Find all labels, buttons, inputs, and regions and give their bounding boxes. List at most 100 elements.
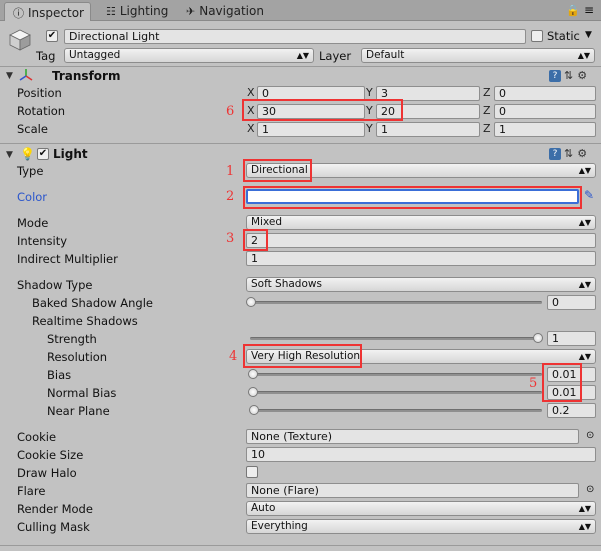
shadow-type-label: Shadow Type (17, 278, 93, 292)
light-title: Light (53, 147, 88, 161)
dropdown-arrow-icon: ▲▼ (577, 51, 590, 60)
annotation-box-1 (243, 159, 312, 182)
light-enabled-checkbox[interactable]: ✔ (37, 148, 49, 160)
intensity-label: Intensity (17, 234, 68, 248)
annotation-number-3: 3 (226, 231, 235, 246)
tab-inspector[interactable]: ⓘ Inspector (4, 2, 91, 21)
gear-icon[interactable]: ⚙ (577, 69, 587, 82)
axis-y-label: Y (366, 122, 373, 135)
culling-mask-dropdown[interactable]: Everything ▲▼ (246, 519, 596, 534)
dropdown-arrow-icon: ▲▼ (296, 51, 309, 60)
scale-z-field[interactable]: 1 (494, 122, 596, 137)
preset-icon[interactable]: ⇅ (564, 69, 573, 82)
mode-label: Mode (17, 216, 49, 230)
annotation-number-6: 6 (226, 104, 235, 119)
near-plane-slider-thumb[interactable] (249, 405, 259, 415)
resolution-label: Resolution (47, 350, 108, 364)
annotation-box-3 (243, 229, 268, 251)
static-checkbox[interactable] (531, 30, 543, 42)
annotation-number-5: 5 (529, 376, 538, 391)
near-plane-slider-track[interactable] (252, 409, 542, 412)
tag-dropdown[interactable]: Untagged ▲▼ (64, 48, 314, 63)
shadow-type-dropdown[interactable]: Soft Shadows ▲▼ (246, 277, 596, 292)
tab-navigation[interactable]: ✈ Navigation (178, 2, 270, 21)
render-mode-label: Render Mode (17, 502, 93, 516)
dropdown-arrow-icon: ▲▼ (578, 218, 591, 227)
culling-mask-label: Culling Mask (17, 520, 90, 534)
cookie-field[interactable]: None (Texture) (246, 429, 579, 444)
near-plane-field[interactable]: 0.2 (547, 403, 596, 418)
intensity-field[interactable]: 2 (246, 233, 596, 248)
annotation-box-4 (243, 344, 362, 368)
baked-shadow-angle-slider-track[interactable] (250, 301, 542, 304)
static-label: Static (547, 29, 580, 43)
indirect-multiplier-label: Indirect Multiplier (17, 252, 118, 266)
annotation-box-6 (242, 99, 403, 121)
axis-x-label: X (247, 122, 255, 135)
axis-y-label: Y (366, 86, 373, 99)
strength-slider-thumb[interactable] (533, 333, 543, 343)
cookie-label: Cookie (17, 430, 57, 444)
axis-x-label: X (247, 86, 255, 99)
bias-slider-track[interactable] (252, 373, 542, 376)
menu-icon[interactable]: ≡ (584, 3, 594, 17)
lighting-icon: ☷ (106, 5, 116, 18)
baked-shadow-angle-label: Baked Shadow Angle (32, 296, 153, 310)
rotation-z-field[interactable]: 0 (494, 104, 596, 119)
render-mode-dropdown[interactable]: Auto ▲▼ (246, 501, 596, 516)
light-header-icons: ? ⇅ ⚙ (549, 147, 587, 160)
scale-y-field[interactable]: 1 (376, 122, 480, 137)
object-picker-icon[interactable]: ⊙ (586, 484, 594, 495)
normal-bias-slider-thumb[interactable] (248, 387, 258, 397)
indirect-multiplier-field[interactable]: 1 (246, 251, 596, 266)
light-bulb-icon: 💡 (20, 147, 35, 161)
strength-field[interactable]: 1 (547, 331, 596, 346)
strength-slider-track[interactable] (250, 337, 542, 340)
object-name-field[interactable]: Directional Light (64, 29, 526, 44)
annotation-number-4: 4 (229, 349, 238, 364)
help-icon[interactable]: ? (549, 70, 561, 82)
dropdown-arrow-icon: ▲▼ (578, 522, 591, 531)
annotation-box-2 (243, 186, 582, 209)
transform-title: Transform (52, 69, 121, 83)
tag-label: Tag (36, 49, 56, 63)
near-plane-label: Near Plane (47, 404, 110, 418)
flare-field[interactable]: None (Flare) (246, 483, 579, 498)
active-checkbox[interactable]: ✔ (46, 30, 58, 42)
object-picker-icon[interactable]: ⊙ (586, 430, 594, 441)
baked-shadow-angle-slider-thumb[interactable] (246, 297, 256, 307)
tab-lighting[interactable]: ☷ Lighting (98, 2, 174, 21)
layer-dropdown[interactable]: Default ▲▼ (361, 48, 595, 63)
foldout-arrow-icon[interactable]: ▼ (6, 71, 13, 81)
divider (0, 143, 601, 144)
help-icon[interactable]: ? (549, 148, 561, 160)
info-icon: ⓘ (13, 7, 24, 20)
cookie-size-label: Cookie Size (17, 448, 84, 462)
gameobject-cube-icon (8, 29, 32, 51)
cookie-size-field[interactable]: 10 (246, 447, 596, 462)
scale-label: Scale (17, 122, 48, 136)
draw-halo-checkbox[interactable] (246, 466, 258, 478)
divider (0, 66, 601, 67)
type-label: Type (17, 164, 44, 178)
layer-label: Layer (319, 49, 352, 63)
foldout-arrow-icon[interactable]: ▼ (6, 150, 13, 160)
axis-z-label: Z (483, 104, 491, 117)
scale-x-field[interactable]: 1 (257, 122, 365, 137)
axis-z-label: Z (483, 122, 491, 135)
eyedropper-icon[interactable]: ✎ (584, 188, 594, 202)
normal-bias-slider-track[interactable] (252, 391, 542, 394)
rotation-label: Rotation (17, 104, 66, 118)
annotation-number-1: 1 (226, 164, 235, 179)
preset-icon[interactable]: ⇅ (564, 147, 573, 160)
tab-bar: ⓘ Inspector ☷ Lighting ✈ Navigation 🔒 ≡ (0, 0, 601, 21)
bias-slider-thumb[interactable] (248, 369, 258, 379)
lock-icon[interactable]: 🔒 (566, 4, 580, 17)
annotation-box-5 (542, 363, 582, 402)
transform-axes-icon (18, 68, 34, 82)
baked-shadow-angle-field[interactable]: 0 (547, 295, 596, 310)
mode-dropdown[interactable]: Mixed ▲▼ (246, 215, 596, 230)
gear-icon[interactable]: ⚙ (577, 147, 587, 160)
position-z-field[interactable]: 0 (494, 86, 596, 101)
static-dropdown-arrow-icon[interactable]: ▼ (585, 30, 592, 40)
